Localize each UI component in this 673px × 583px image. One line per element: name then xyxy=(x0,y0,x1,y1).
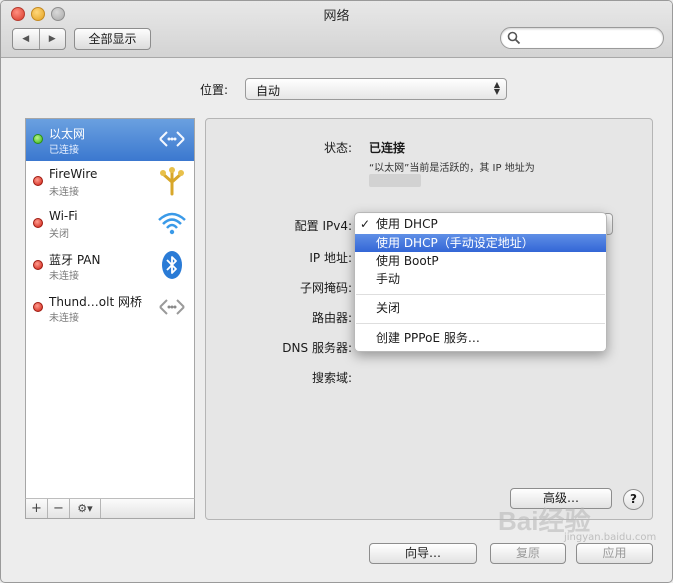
thunderbolt-bridge-icon xyxy=(156,291,188,323)
service-item-wifi[interactable]: Wi-Fi 关闭 xyxy=(26,203,194,245)
service-name: Wi-Fi xyxy=(49,209,78,223)
menu-item-manual[interactable]: 手动 xyxy=(355,270,606,288)
service-list-toolbar: + − ⚙▾ xyxy=(25,498,195,519)
menu-item-dhcp-manual[interactable]: 使用 DHCP（手动设定地址） xyxy=(355,234,606,252)
menu-item-off[interactable]: 关闭 xyxy=(355,299,606,317)
apply-button[interactable]: 应用 xyxy=(576,543,653,564)
ipv4-dropdown-menu: ✓ 使用 DHCP 使用 DHCP（手动设定地址） 使用 BootP 手动 关闭… xyxy=(354,212,607,352)
firewire-icon xyxy=(156,165,188,197)
service-status: 关闭 xyxy=(49,229,69,240)
status-dot xyxy=(33,218,43,228)
service-name: 以太网 xyxy=(49,127,86,141)
status-dot xyxy=(33,260,43,270)
dns-server-label: DNS 服务器: xyxy=(282,341,352,355)
service-item-thunderbolt-bridge[interactable]: Thund…olt 网桥 未连接 xyxy=(26,287,194,329)
ethernet-icon xyxy=(156,123,188,155)
service-name: Thund…olt 网桥 xyxy=(49,295,142,309)
title-bar: 网络 ◀ ▶ 全部显示 xyxy=(1,1,672,58)
help-button[interactable]: ? xyxy=(623,489,644,510)
forward-button[interactable]: ▶ xyxy=(40,29,66,49)
service-status: 未连接 xyxy=(49,313,79,324)
show-all-button[interactable]: 全部显示 xyxy=(74,28,151,50)
back-button[interactable]: ◀ xyxy=(13,29,40,49)
service-item-firewire[interactable]: FireWire 未连接 xyxy=(26,161,194,203)
revert-button[interactable]: 复原 xyxy=(490,543,566,564)
add-service-button[interactable]: + xyxy=(26,499,48,518)
menu-item-dhcp[interactable]: ✓ 使用 DHCP xyxy=(355,215,606,233)
service-name: 蓝牙 PAN xyxy=(49,253,101,267)
assist-me-button[interactable]: 向导… xyxy=(369,543,477,564)
search-domain-label: 搜索域: xyxy=(311,371,352,385)
search-icon xyxy=(507,31,521,48)
gear-menu-button[interactable]: ⚙▾ xyxy=(70,499,101,518)
status-dot xyxy=(33,176,43,186)
service-item-bluetooth-pan[interactable]: 蓝牙 PAN 未连接 xyxy=(26,245,194,287)
service-item-ethernet[interactable]: 以太网 已连接 xyxy=(26,119,194,161)
router-label: 路由器: xyxy=(311,311,352,325)
window-title: 网络 xyxy=(323,9,350,24)
network-preferences-window: 网络 ◀ ▶ 全部显示 位置: 自动 ▲ ▼ 以太网 已连接 FireWire 未 xyxy=(0,0,673,583)
configure-ipv4-label: 配置 IPv4: xyxy=(294,219,352,233)
location-select[interactable]: 自动 ▲ ▼ xyxy=(245,78,507,100)
status-value: 已连接 xyxy=(369,141,406,155)
search-field[interactable] xyxy=(500,27,664,49)
remove-service-button[interactable]: − xyxy=(48,499,70,518)
service-status: 已连接 xyxy=(49,145,79,156)
location-label: 位置: xyxy=(200,83,229,97)
watermark-url: jingyan.baidu.com xyxy=(564,532,657,543)
checkmark-icon: ✓ xyxy=(360,217,371,231)
service-status: 未连接 xyxy=(49,271,79,282)
service-status: 未连接 xyxy=(49,187,79,198)
menu-item-create-pppoe[interactable]: 创建 PPPoE 服务… xyxy=(355,329,606,347)
back-forward-control: ◀ ▶ xyxy=(12,28,66,50)
status-description: “以太网”当前是活跃的，其 IP 地址为 xyxy=(369,163,535,174)
bluetooth-icon xyxy=(156,249,188,281)
subnet-mask-label: 子网掩码: xyxy=(299,281,352,295)
location-value: 自动 xyxy=(256,84,281,98)
menu-separator xyxy=(356,294,605,295)
status-label: 状态: xyxy=(323,141,352,155)
wifi-icon xyxy=(156,207,188,239)
menu-separator xyxy=(356,323,605,324)
service-name: FireWire xyxy=(49,167,98,181)
status-dot xyxy=(33,302,43,312)
status-dot xyxy=(33,134,43,144)
updown-arrows-icon: ▲ ▼ xyxy=(493,80,500,96)
menu-item-bootp[interactable]: 使用 BootP xyxy=(355,252,606,270)
ip-address-label: IP 地址: xyxy=(309,251,352,265)
redacted-ip xyxy=(369,174,421,187)
service-list: 以太网 已连接 FireWire 未连接 Wi-Fi 关闭 蓝牙 PAN 未连接… xyxy=(25,118,195,500)
